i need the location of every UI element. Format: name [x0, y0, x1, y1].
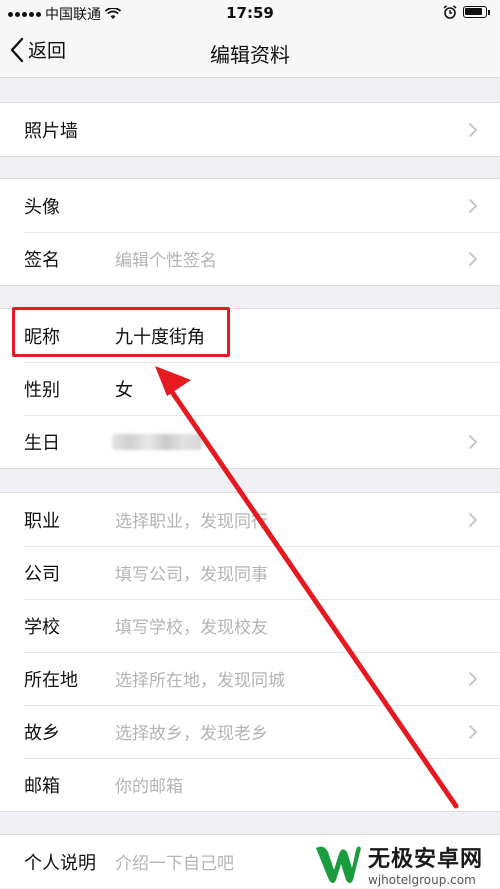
- chevron-right-icon: [468, 724, 478, 740]
- bio-placeholder: 介绍一下自己吧: [115, 854, 234, 874]
- photo-wall-group: 照片墙: [0, 102, 500, 157]
- avatar-row[interactable]: 头像: [0, 179, 500, 232]
- company-row[interactable]: 公司 填写公司，发现同事: [0, 546, 500, 599]
- hometown-label: 故乡: [24, 722, 60, 744]
- hometown-placeholder: 选择故乡，发现老乡: [115, 724, 268, 744]
- signature-label: 签名: [24, 249, 60, 271]
- status-bar: 中国联通 17:59: [0, 0, 500, 26]
- hometown-row[interactable]: 故乡 选择故乡，发现老乡: [0, 705, 500, 758]
- email-row[interactable]: 邮箱 你的邮箱: [0, 758, 500, 811]
- school-row[interactable]: 学校 填写学校，发现校友: [0, 599, 500, 652]
- nickname-highlight-box: [12, 307, 230, 357]
- email-placeholder: 你的邮箱: [115, 777, 183, 797]
- chevron-right-icon: [468, 434, 478, 450]
- chevron-right-icon: [468, 512, 478, 528]
- email-label: 邮箱: [24, 775, 60, 797]
- location-label: 所在地: [24, 669, 78, 691]
- school-label: 学校: [24, 616, 60, 638]
- social-info-group: 职业 选择职业，发现同行 公司 填写公司，发现同事 学校 填写学校，发现校友 所…: [0, 492, 500, 812]
- gender-row[interactable]: 性别 女: [0, 362, 500, 415]
- page-title: 编辑资料: [210, 43, 290, 67]
- avatar-label: 头像: [24, 196, 60, 218]
- location-placeholder: 选择所在地，发现同城: [115, 671, 285, 691]
- chevron-right-icon: [468, 198, 478, 214]
- job-label: 职业: [24, 510, 60, 532]
- school-placeholder: 填写学校，发现校友: [115, 618, 268, 638]
- profile-basic-group: 头像 签名 编辑个性签名: [0, 178, 500, 286]
- watermark-title: 无极安卓网: [368, 846, 484, 872]
- photo-wall-label: 照片墙: [24, 120, 78, 142]
- company-label: 公司: [24, 563, 60, 585]
- company-placeholder: 填写公司，发现同事: [115, 565, 268, 585]
- watermark-text: 无极安卓网 wjhotelgroup.com: [368, 841, 483, 887]
- clock: 17:59: [226, 4, 274, 22]
- site-logo-icon: [316, 845, 361, 883]
- photo-wall-row[interactable]: 照片墙: [0, 103, 500, 156]
- chevron-right-icon: [468, 251, 478, 267]
- birthday-row[interactable]: 生日: [0, 415, 500, 468]
- chevron-right-icon: [468, 122, 478, 138]
- battery-icon: [463, 6, 487, 18]
- job-row[interactable]: 职业 选择职业，发现同行: [0, 493, 500, 546]
- chevron-right-icon: [468, 671, 478, 687]
- gender-value: 女: [115, 379, 133, 401]
- job-placeholder: 选择职业，发现同行: [115, 512, 268, 532]
- gender-label: 性别: [24, 379, 60, 401]
- alarm-icon: [443, 5, 457, 19]
- bio-label: 个人说明: [24, 852, 96, 874]
- status-right: [443, 5, 490, 19]
- watermark: 无极安卓网 wjhotelgroup.com: [312, 838, 500, 889]
- birthday-label: 生日: [24, 432, 60, 454]
- birthday-value-blurred: [112, 434, 202, 450]
- signature-placeholder: 编辑个性签名: [115, 251, 217, 271]
- watermark-url: wjhotelgroup.com: [368, 872, 476, 887]
- location-row[interactable]: 所在地 选择所在地，发现同城: [0, 652, 500, 705]
- battery-tip: [488, 9, 490, 15]
- signature-row[interactable]: 签名 编辑个性签名: [0, 232, 500, 285]
- nav-bar: 返回 编辑资料: [0, 26, 500, 78]
